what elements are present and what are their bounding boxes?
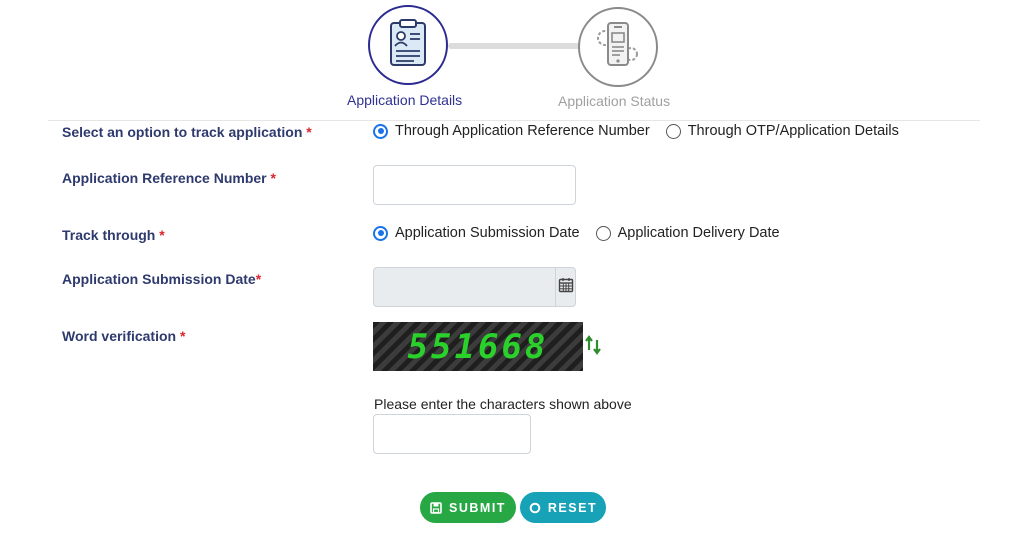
word-verification-label: Word verification * [62,328,185,344]
save-icon [430,501,442,514]
required-marker: * [255,271,262,287]
radio-label: Application Submission Date [395,225,580,241]
submit-button[interactable]: SUBMIT [420,492,516,523]
step-application-status[interactable] [578,7,658,87]
reset-circle-icon [529,502,541,514]
captcha-input[interactable] [373,414,531,454]
radio-button-unchecked[interactable] [595,225,611,241]
reset-button[interactable]: RESET [520,492,606,523]
reference-number-label: Application Reference Number * [62,170,276,186]
submit-button-label: SUBMIT [449,500,506,515]
track-option-radio-group: Through Application Reference Number Thr… [373,123,915,139]
reference-number-label-text: Application Reference Number [62,170,267,186]
track-option-label: Select an option to track application * [62,124,312,140]
phone-settings-icon [595,20,641,75]
step-label-application-status: Application Status [558,93,671,109]
radio-through-otp[interactable]: Through OTP/Application Details [665,123,899,139]
submission-date-label: Application Submission Date* [62,271,261,287]
required-marker: * [306,124,312,140]
submission-date-picker [373,267,576,307]
word-verification-label-text: Word verification [62,328,177,344]
required-marker: * [179,328,186,344]
radio-button-checked[interactable] [373,123,388,139]
clipboard-profile-icon [386,18,430,73]
step-label-application-details: Application Details [347,92,463,108]
radio-label: Through OTP/Application Details [687,123,899,139]
radio-delivery-date[interactable]: Application Delivery Date [595,225,780,241]
radio-label: Application Delivery Date [617,225,780,241]
calendar-button[interactable] [555,267,576,307]
refresh-icon[interactable] [585,335,601,361]
radio-button-unchecked[interactable] [665,123,681,139]
captcha-hint: Please enter the characters shown above [374,396,632,412]
submission-date-input[interactable] [373,267,555,307]
radio-button-checked[interactable] [373,225,388,241]
track-through-label-text: Track through [62,227,156,243]
section-divider [48,120,980,121]
calendar-icon [558,277,574,298]
track-option-label-text: Select an option to track application [62,124,303,140]
submission-date-label-text: Application Submission Date [62,271,256,287]
track-through-radio-group: Application Submission Date Application … [373,225,796,241]
radio-through-reference-number[interactable]: Through Application Reference Number [373,123,650,139]
required-marker: * [270,170,276,186]
captcha-text: 551668 [407,326,549,367]
captcha-image: 551668 [373,322,583,371]
reference-number-input[interactable] [373,165,576,205]
progress-stepper: Application Details Application Status [0,0,1024,120]
required-marker: * [159,227,165,243]
radio-submission-date[interactable]: Application Submission Date [373,225,580,241]
stepper-connector [448,43,582,49]
radio-label: Through Application Reference Number [395,123,650,139]
reset-button-label: RESET [547,500,598,515]
step-application-details[interactable] [368,5,448,85]
track-through-label: Track through * [62,227,165,243]
